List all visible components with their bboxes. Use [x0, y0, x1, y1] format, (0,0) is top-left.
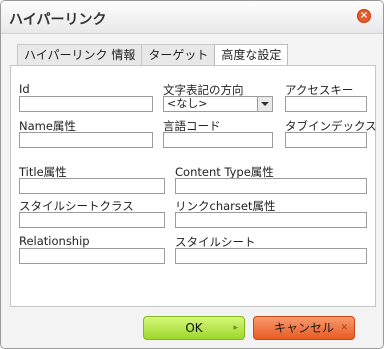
- advanced-panel: Id 文字表記の方向 <なし> アクセスキー Name属性 言語コード タブイン…: [10, 65, 377, 307]
- cancel-button-label: キャンセル: [273, 321, 334, 335]
- charset-input[interactable]: [175, 212, 367, 228]
- lang-code-input[interactable]: [163, 132, 273, 148]
- ok-button[interactable]: OK ▸: [143, 316, 245, 340]
- close-icon[interactable]: ×: [357, 9, 371, 23]
- name-input[interactable]: [19, 132, 153, 148]
- hyperlink-dialog: ハイパーリンク × ハイパーリンク 情報 ターゲット 高度な設定 Id 文字表記…: [0, 0, 384, 349]
- dialog-titlebar[interactable]: ハイパーリンク ×: [1, 1, 383, 34]
- style-input[interactable]: [175, 248, 367, 264]
- tab-target[interactable]: ターゲット: [141, 44, 216, 66]
- relationship-label: Relationship: [19, 234, 90, 248]
- title-input[interactable]: [19, 178, 165, 194]
- stylesheet-classes-input[interactable]: [19, 212, 165, 228]
- tab-index-input[interactable]: [285, 132, 367, 148]
- access-key-input[interactable]: [285, 96, 367, 112]
- tab-link-info[interactable]: ハイパーリンク 情報: [17, 44, 143, 66]
- play-arrow-icon: ▸: [233, 323, 238, 333]
- id-label: Id: [19, 82, 30, 96]
- tab-advanced[interactable]: 高度な設定: [214, 44, 289, 67]
- ok-button-label: OK: [185, 321, 203, 335]
- text-direction-value: <なし>: [167, 97, 208, 110]
- id-input[interactable]: [19, 96, 153, 112]
- dialog-title: ハイパーリンク: [9, 12, 107, 28]
- text-direction-select[interactable]: <なし>: [163, 96, 273, 112]
- chevron-down-icon[interactable]: [257, 97, 272, 111]
- content-type-input[interactable]: [175, 178, 367, 194]
- tab-bar: ハイパーリンク 情報 ターゲット 高度な設定: [17, 44, 289, 67]
- cancel-button[interactable]: キャンセル ✕: [253, 316, 355, 340]
- relationship-input[interactable]: [19, 248, 165, 264]
- x-icon: ✕: [340, 323, 348, 333]
